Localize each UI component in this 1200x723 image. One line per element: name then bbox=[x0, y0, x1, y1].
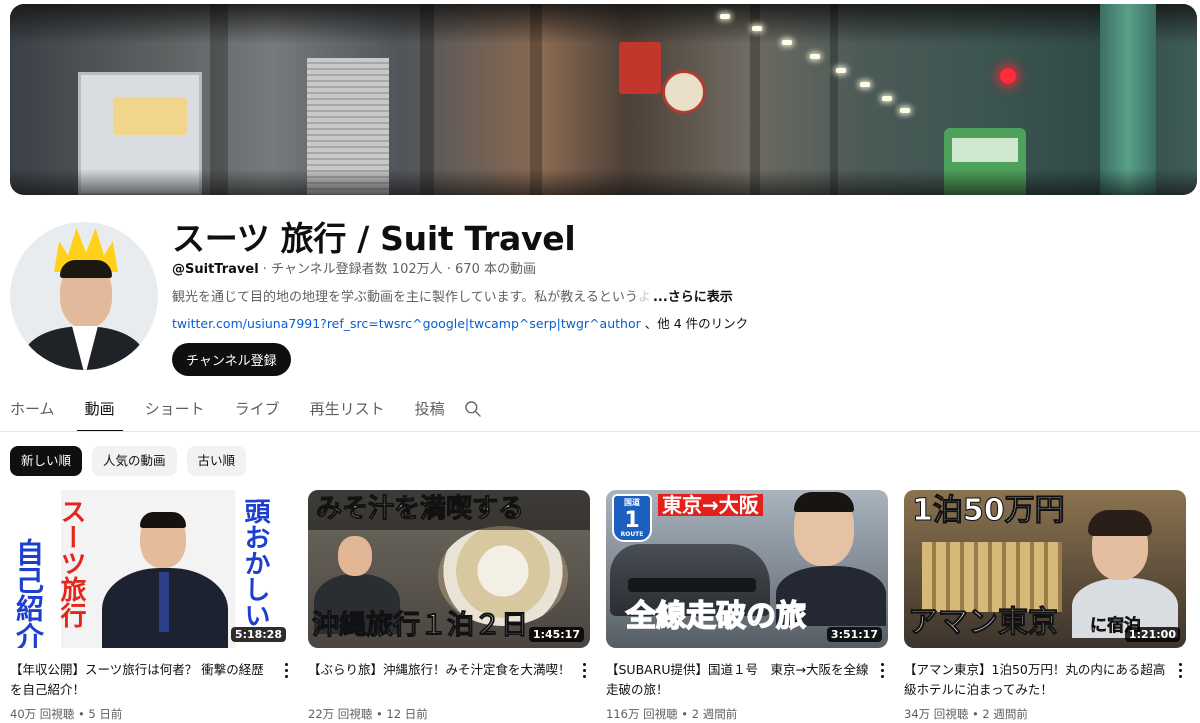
video-card: 自己紹介 スーツ旅行 頭おかしい 5:18:28 【年収公開】スーツ旅行は何者？… bbox=[10, 490, 294, 722]
channel-stats: · チャンネル登録者数 102万人 · 670 本の動画 bbox=[258, 262, 536, 277]
tab-posts[interactable]: 投稿 bbox=[415, 388, 445, 432]
video-meta: 116万 回視聴 • 2 週間前 bbox=[606, 707, 738, 721]
video-thumbnail[interactable]: 1泊50万円 アマン東京 に宿泊 1:21:00 bbox=[904, 490, 1186, 648]
more-vertical-icon[interactable] bbox=[1172, 658, 1188, 682]
thumbnail-text: 全線走破の旅 bbox=[625, 599, 807, 634]
more-vertical-icon[interactable] bbox=[576, 658, 592, 682]
more-vertical-icon[interactable] bbox=[278, 658, 294, 682]
show-more-link[interactable]: ...さらに表示 bbox=[653, 286, 733, 305]
chip-popular[interactable]: 人気の動画 bbox=[92, 446, 177, 476]
channel-handle: @SuitTravel bbox=[172, 262, 259, 277]
video-age: 12 日前 bbox=[386, 707, 428, 721]
description-fade: よ bbox=[637, 290, 651, 305]
channel-banner bbox=[10, 4, 1197, 195]
chip-oldest[interactable]: 古い順 bbox=[186, 446, 247, 476]
video-views: 116万 回視聴 bbox=[606, 707, 678, 721]
video-meta: 34万 回視聴 • 2 週間前 bbox=[904, 707, 1028, 721]
video-meta: 22万 回視聴 • 12 日前 bbox=[308, 707, 428, 721]
video-grid: 自己紹介 スーツ旅行 頭おかしい 5:18:28 【年収公開】スーツ旅行は何者？… bbox=[10, 490, 1190, 722]
sort-chips: 新しい順 人気の動画 古い順 bbox=[10, 446, 247, 476]
route-sign-icon: 国道 1 ROUTE bbox=[612, 494, 652, 542]
chip-newest[interactable]: 新しい順 bbox=[10, 446, 83, 476]
video-card: みそ汁を満喫する 沖縄旅行１泊２日 1:45:17 【ぶらり旅】沖縄旅行！みそ汁… bbox=[308, 490, 592, 722]
video-thumbnail[interactable]: みそ汁を満喫する 沖縄旅行１泊２日 1:45:17 bbox=[308, 490, 590, 648]
video-age: 5 日前 bbox=[88, 707, 123, 721]
thumbnail-text: アマン東京 bbox=[908, 605, 1059, 640]
video-duration: 1:21:00 bbox=[1124, 627, 1180, 642]
thumbnail-text: 頭おかしい bbox=[240, 498, 270, 628]
video-age: 2 週間前 bbox=[691, 707, 738, 721]
thumbnail-text: みそ汁を満喫する bbox=[315, 494, 525, 524]
video-title[interactable]: 【SUBARU提供】国道１号 東京→大阪を全線走破の旅！ bbox=[606, 660, 872, 700]
video-duration: 5:18:28 bbox=[230, 627, 286, 642]
video-meta: 40万 回視聴 • 5 日前 bbox=[10, 707, 123, 721]
tab-home[interactable]: ホーム bbox=[10, 388, 55, 432]
channel-meta: @SuitTravel · チャンネル登録者数 102万人 · 670 本の動画 bbox=[172, 258, 536, 277]
tab-shorts[interactable]: ショート bbox=[145, 388, 205, 432]
description-text: 観光を通じて目的地の地理を学ぶ動画を主に製作しています。私が教えるという bbox=[172, 290, 638, 305]
subscribe-button[interactable]: チャンネル登録 bbox=[172, 343, 291, 376]
channel-name: スーツ 旅行 / Suit Travel bbox=[172, 219, 576, 258]
thumbnail-text: 1泊50万円 bbox=[912, 493, 1066, 528]
video-views: 22万 回視聴 bbox=[308, 707, 373, 721]
thumbnail-text: 東京→大阪 bbox=[658, 494, 763, 516]
video-views: 34万 回視聴 bbox=[904, 707, 969, 721]
video-duration: 3:51:17 bbox=[826, 627, 882, 642]
video-card: 国道 1 ROUTE 東京→大阪 全線走破の旅 3:51:17 【SUBARU提… bbox=[606, 490, 890, 722]
channel-links: twitter.com/usiuna7991?ref_src=twsrc^goo… bbox=[172, 313, 748, 332]
thumbnail-text: 自己紹介 bbox=[12, 538, 45, 648]
video-thumbnail[interactable]: 自己紹介 スーツ旅行 頭おかしい 5:18:28 bbox=[10, 490, 292, 648]
thumbnail-text: 沖縄旅行１泊２日 bbox=[312, 610, 529, 641]
tabs-divider bbox=[0, 431, 1200, 432]
tab-live[interactable]: ライブ bbox=[235, 388, 280, 432]
channel-avatar[interactable] bbox=[10, 222, 158, 370]
more-vertical-icon[interactable] bbox=[874, 658, 890, 682]
tab-playlists[interactable]: 再生リスト bbox=[310, 388, 385, 432]
video-duration: 1:45:17 bbox=[528, 627, 584, 642]
video-thumbnail[interactable]: 国道 1 ROUTE 東京→大阪 全線走破の旅 3:51:17 bbox=[606, 490, 888, 648]
channel-description[interactable]: 観光を通じて目的地の地理を学ぶ動画を主に製作しています。私が教えるというよ...… bbox=[172, 286, 733, 305]
video-age: 2 週間前 bbox=[982, 707, 1028, 721]
channel-tabs: ホーム 動画 ショート ライブ 再生リスト 投稿 bbox=[10, 388, 475, 432]
video-views: 40万 回視聴 bbox=[10, 707, 75, 721]
video-title[interactable]: 【アマン東京】1泊50万円！丸の内にある超高級ホテルに泊まってみた！ bbox=[904, 660, 1170, 700]
other-links[interactable]: 、他 4 件のリンク bbox=[645, 316, 748, 331]
video-card: 1泊50万円 アマン東京 に宿泊 1:21:00 【アマン東京】1泊50万円！丸… bbox=[904, 490, 1188, 722]
tab-videos[interactable]: 動画 bbox=[76, 388, 123, 432]
search-icon[interactable] bbox=[463, 399, 483, 419]
thumbnail-text: スーツ旅行 bbox=[56, 498, 86, 628]
twitter-link[interactable]: twitter.com/usiuna7991?ref_src=twsrc^goo… bbox=[172, 316, 641, 331]
video-title[interactable]: 【年収公開】スーツ旅行は何者？ 衝撃の経歴を自己紹介！ bbox=[10, 660, 276, 700]
video-title[interactable]: 【ぶらり旅】沖縄旅行！みそ汁定食を大満喫！ bbox=[308, 660, 574, 700]
